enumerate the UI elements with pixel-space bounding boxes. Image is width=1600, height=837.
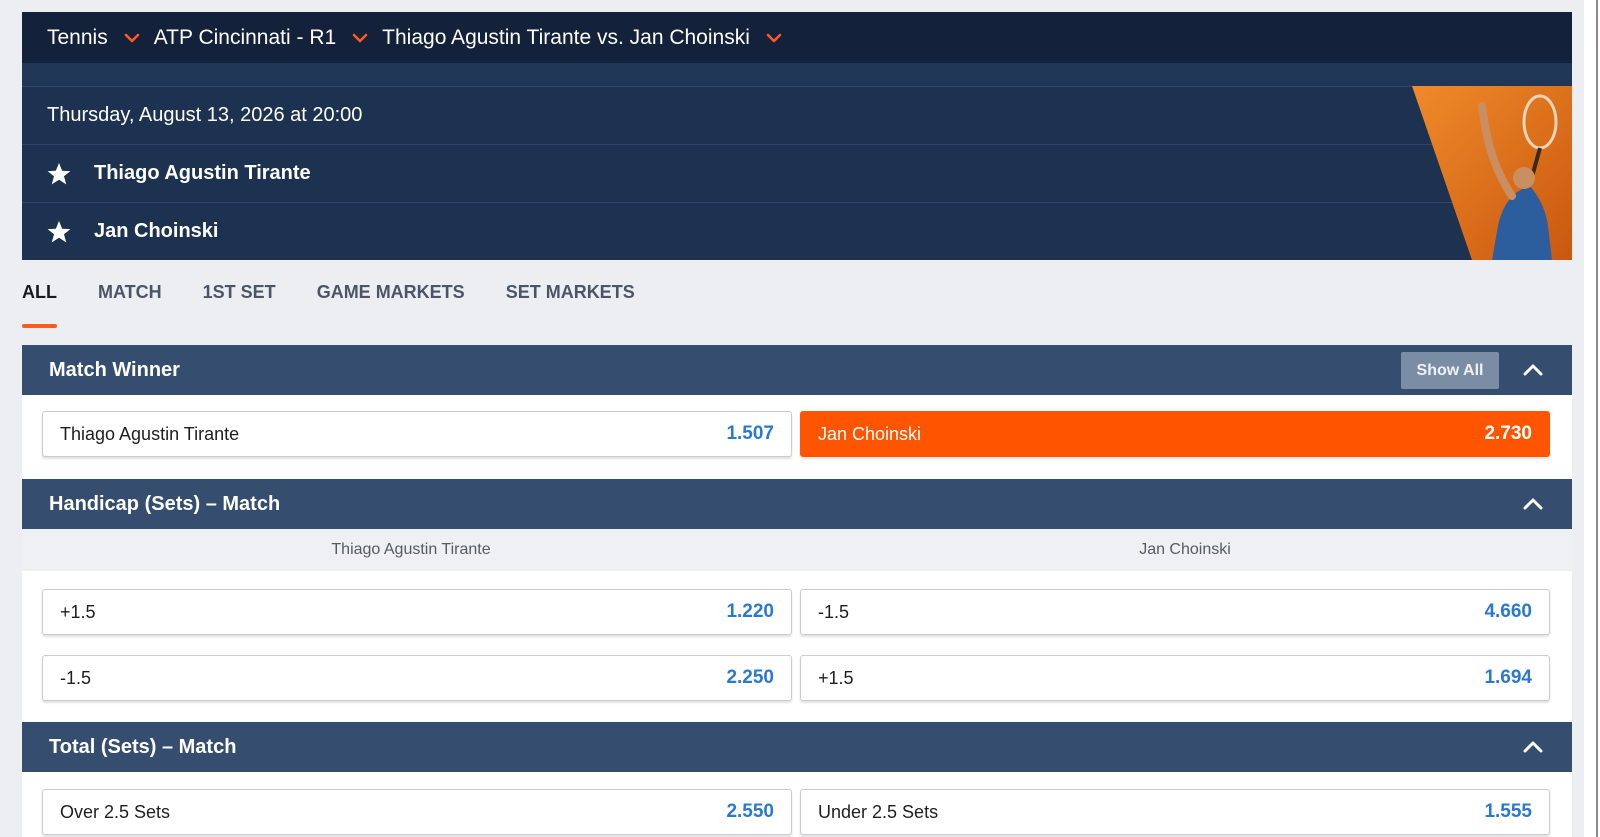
market-title: Total (Sets) – Match <box>49 735 237 758</box>
tab-set-markets[interactable]: SET MARKETS <box>506 282 635 328</box>
tab-match[interactable]: MATCH <box>98 282 162 328</box>
odds-button-home[interactable]: Thiago Agustin Tirante 1.507 <box>42 411 792 457</box>
selection-label: -1.5 <box>818 601 850 622</box>
market-title: Match Winner <box>49 358 180 381</box>
tab-game-markets[interactable]: GAME MARKETS <box>317 282 465 328</box>
chevron-up-icon[interactable] <box>1522 494 1544 514</box>
event-player-row: Jan Choinski <box>22 202 1502 260</box>
breadcrumb: Tennis ATP Cincinnati - R1 Thiago Agusti… <box>22 12 1572 63</box>
odds-button-handicap[interactable]: -1.5 4.660 <box>800 589 1550 635</box>
market-title: Handicap (Sets) – Match <box>49 492 281 515</box>
market-header-handicap[interactable]: Handicap (Sets) – Match <box>22 479 1572 529</box>
breadcrumb-event-label: Thiago Agustin Tirante vs. Jan Choinski <box>382 25 750 49</box>
chevron-down-icon <box>766 30 782 46</box>
event-player-row: Thiago Agustin Tirante <box>22 144 1502 202</box>
event-panel-strip <box>22 63 1572 86</box>
selection-label: +1.5 <box>818 667 854 688</box>
odds-value: 1.220 <box>726 601 774 622</box>
chevron-down-icon <box>352 30 368 46</box>
odds-value: 1.555 <box>1484 801 1532 822</box>
breadcrumb-tournament-label: ATP Cincinnati - R1 <box>153 25 337 49</box>
odds-value: 2.550 <box>726 801 774 822</box>
market-tabs: ALL MATCH 1ST SET GAME MARKETS SET MARKE… <box>22 282 676 330</box>
selection-label: +1.5 <box>60 601 96 622</box>
odds-button-handicap[interactable]: -1.5 2.250 <box>42 655 792 701</box>
selection-label: Jan Choinski <box>818 423 922 444</box>
chevron-up-icon[interactable] <box>1522 360 1544 380</box>
breadcrumb-tournament[interactable]: ATP Cincinnati - R1 <box>154 26 368 50</box>
odds-value: 2.730 <box>1484 423 1532 444</box>
tab-all[interactable]: ALL <box>22 282 57 328</box>
odds-value: 1.507 <box>726 423 774 444</box>
column-header-home: Thiago Agustin Tirante <box>331 541 491 558</box>
odds-button-away[interactable]: Jan Choinski 2.730 <box>800 411 1550 457</box>
favorite-star-icon[interactable] <box>46 161 72 187</box>
odds-value: 1.694 <box>1484 667 1532 688</box>
player-2-name: Jan Choinski <box>94 220 219 242</box>
handicap-column-headers: Thiago Agustin Tirante Jan Choinski <box>22 529 1572 571</box>
player-1-name: Thiago Agustin Tirante <box>94 162 311 184</box>
chevron-down-icon <box>124 30 140 46</box>
odds-button-handicap[interactable]: +1.5 1.220 <box>42 589 792 635</box>
tennis-player-image <box>1412 86 1572 260</box>
chevron-up-icon[interactable] <box>1522 737 1544 757</box>
odds-button-under[interactable]: Under 2.5 Sets 1.555 <box>800 789 1550 835</box>
selection-label: Thiago Agustin Tirante <box>60 423 240 444</box>
event-datetime-row: Thursday, August 13, 2026 at 20:00 <box>22 86 1502 144</box>
breadcrumb-sport[interactable]: Tennis <box>47 26 140 50</box>
odds-button-over[interactable]: Over 2.5 Sets 2.550 <box>42 789 792 835</box>
show-all-button[interactable]: Show All <box>1401 352 1499 389</box>
selection-label: Under 2.5 Sets <box>818 801 939 822</box>
favorite-star-icon[interactable] <box>46 219 72 245</box>
odds-button-handicap[interactable]: +1.5 1.694 <box>800 655 1550 701</box>
market-header-match-winner[interactable]: Match Winner Show All <box>22 345 1572 395</box>
event-datetime: Thursday, August 13, 2026 at 20:00 <box>47 104 363 126</box>
selection-label: -1.5 <box>60 667 92 688</box>
selection-label: Over 2.5 Sets <box>60 801 171 822</box>
tab-1st-set[interactable]: 1ST SET <box>203 282 276 328</box>
scrollbar-thumb[interactable] <box>1596 0 1598 837</box>
breadcrumb-sport-label: Tennis <box>47 25 108 49</box>
odds-value: 4.660 <box>1484 601 1532 622</box>
column-header-away: Jan Choinski <box>1139 541 1231 558</box>
market-header-total[interactable]: Total (Sets) – Match <box>22 722 1572 772</box>
odds-value: 2.250 <box>726 667 774 688</box>
breadcrumb-event[interactable]: Thiago Agustin Tirante vs. Jan Choinski <box>382 26 782 50</box>
event-panel: Thursday, August 13, 2026 at 20:00 Thiag… <box>22 63 1572 260</box>
